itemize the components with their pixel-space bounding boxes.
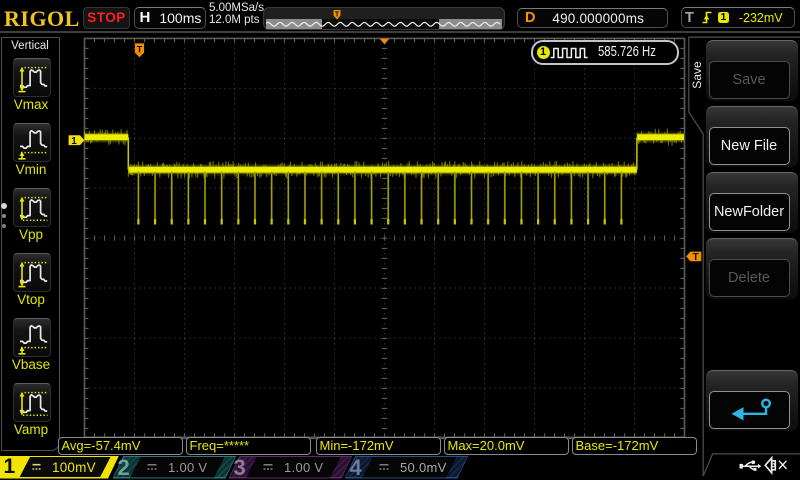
svg-text:T: T	[137, 44, 143, 55]
svg-text:1: 1	[71, 136, 77, 147]
svg-text:T: T	[335, 11, 340, 18]
